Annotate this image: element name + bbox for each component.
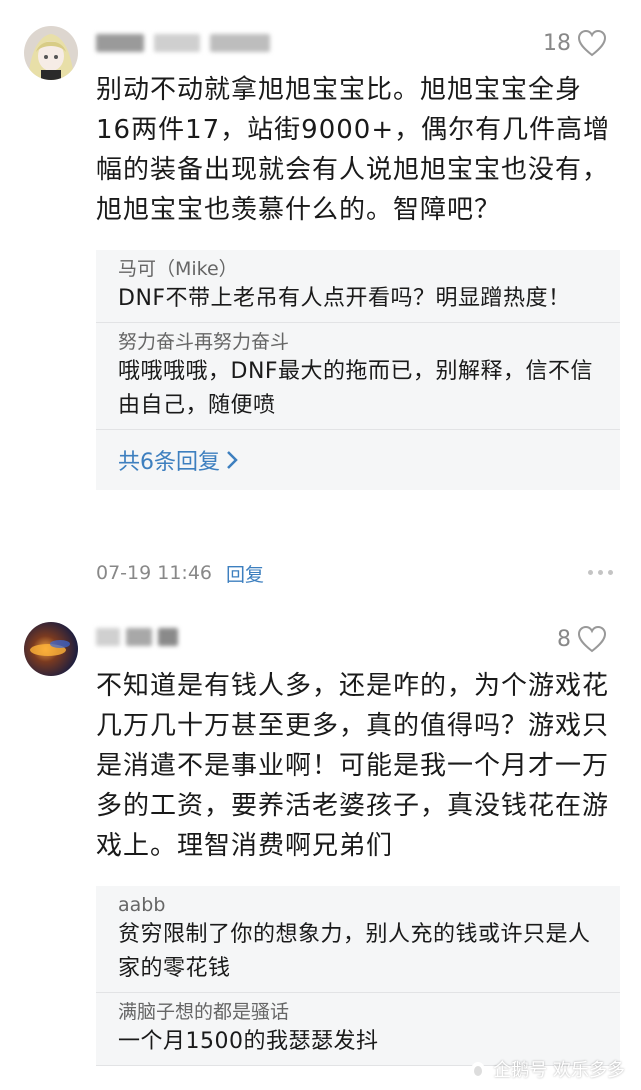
penguin-icon: [471, 1062, 486, 1078]
comment-meta: 07-19 11:46 回复: [96, 558, 264, 588]
reply-button[interactable]: 回复: [226, 560, 264, 587]
avatar[interactable]: [24, 622, 78, 676]
avatar[interactable]: [24, 26, 78, 80]
watermark-text: 企鹅号 欢乐多多: [493, 1060, 625, 1081]
like-count: 18: [543, 30, 571, 56]
chevron-right-icon: [227, 451, 238, 469]
reply-author[interactable]: 马可（Mike）: [118, 250, 598, 282]
reply-author[interactable]: 满脑子想的都是骚话: [118, 993, 598, 1025]
timestamp: 07-19 11:46: [96, 562, 213, 584]
reply-text: 贫穷限制了你的想象力，别人充的钱或许只是人家的零花钱: [118, 922, 591, 981]
heart-icon: [577, 29, 607, 57]
more-replies-label: 共6条回复: [118, 450, 220, 475]
reply-author[interactable]: 努力奋斗再努力奋斗: [118, 323, 598, 355]
reply-item[interactable]: 马可（Mike） DNF不带上老吊有人点开看吗？明显蹭热度！: [96, 250, 620, 323]
reply-thread: 马可（Mike） DNF不带上老吊有人点开看吗？明显蹭热度！ 努力奋斗再努力奋斗…: [96, 250, 620, 490]
reply-text: 哦哦哦哦，DNF最大的拖而已，别解释，信不信由自己，随便喷: [118, 359, 594, 418]
reply-thread: aabb 贫穷限制了你的想象力，别人充的钱或许只是人家的零花钱 满脑子想的都是骚…: [96, 886, 620, 1066]
like-count: 8: [557, 626, 571, 652]
reply-text: DNF不带上老吊有人点开看吗？明显蹭热度！: [118, 286, 571, 311]
watermark: 企鹅号 欢乐多多: [469, 1056, 625, 1082]
username[interactable]: [96, 624, 276, 650]
more-options-icon[interactable]: [588, 570, 613, 575]
comment-card: 18 别动不动就拿旭旭宝宝比。旭旭宝宝全身16两件17，站街9000+，偶尔有几…: [0, 0, 641, 600]
comment-text: 别动不动就拿旭旭宝宝比。旭旭宝宝全身16两件17，站街9000+，偶尔有几件高增…: [96, 75, 611, 225]
view-more-replies-button[interactable]: 共6条回复: [96, 430, 620, 490]
comment-text: 不知道是有钱人多，还是咋的，为个游戏花几万几十万甚至更多，真的值得吗？游戏只是消…: [96, 671, 610, 861]
heart-icon: [577, 625, 607, 653]
like-button[interactable]: 8: [557, 622, 607, 656]
comment-card: 8 不知道是有钱人多，还是咋的，为个游戏花几万几十万甚至更多，真的值得吗？游戏只…: [0, 600, 641, 1090]
username[interactable]: [96, 30, 276, 56]
reply-item[interactable]: aabb 贫穷限制了你的想象力，别人充的钱或许只是人家的零花钱: [96, 886, 620, 993]
reply-item[interactable]: 努力奋斗再努力奋斗 哦哦哦哦，DNF最大的拖而已，别解释，信不信由自己，随便喷: [96, 323, 620, 430]
reply-author[interactable]: aabb: [118, 886, 598, 918]
like-button[interactable]: 18: [543, 26, 607, 60]
